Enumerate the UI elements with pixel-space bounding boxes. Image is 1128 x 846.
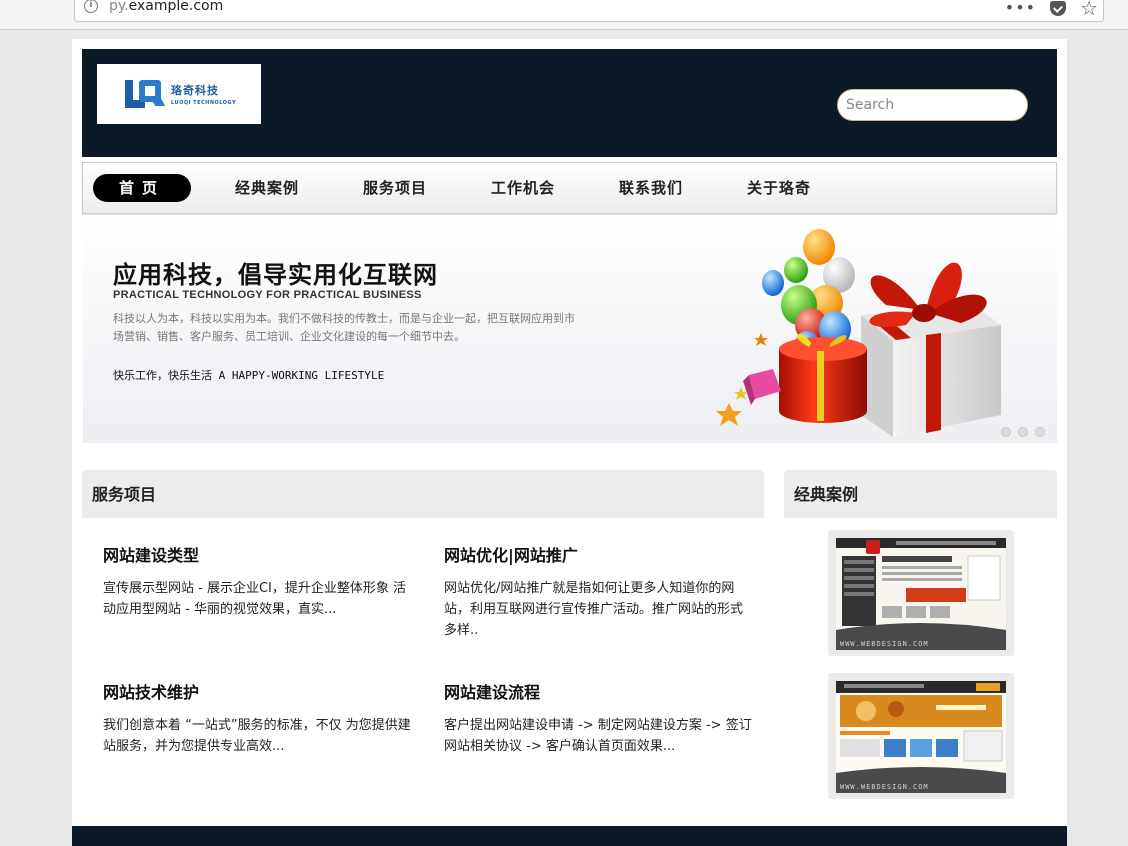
nav-item-about[interactable]: 关于珞奇 (730, 174, 828, 202)
page: 珞奇科技 LUOQI TECHNOLOGY 首页 经典案例 服务项目 工作机会 … (72, 39, 1067, 846)
nav-item-cases[interactable]: 经典案例 (218, 174, 316, 202)
carousel-dot-2[interactable] (1018, 427, 1028, 437)
nav-item-contact[interactable]: 联系我们 (602, 174, 700, 202)
bookmark-star-icon[interactable]: ☆ (1080, 0, 1098, 18)
pocket-icon[interactable] (1050, 0, 1067, 16)
case-caption: WWW.WEBDESIGN.COM (840, 640, 929, 648)
service-title[interactable]: 网站建设流程 (444, 679, 754, 703)
service-text: 客户提出网站建设申请 -> 制定网站建设方案 -> 签订网站相关协议 -> 客户… (444, 718, 752, 754)
service-text: 网站优化/网站推广就是指如何让更多人知道你的网站，利用互联网进行宣传推广活动。推… (444, 581, 744, 638)
info-icon[interactable]: i (84, 0, 98, 13)
case-caption: WWW.WEBDESIGN.COM (840, 783, 929, 791)
url-text[interactable]: py.example.com (109, 0, 223, 14)
main-nav: 首页 经典案例 服务项目 工作机会 联系我们 关于珞奇 (82, 162, 1057, 214)
nav-item-jobs[interactable]: 工作机会 (474, 174, 572, 202)
service-title[interactable]: 网站建设类型 (103, 542, 413, 566)
nav-item-services[interactable]: 服务项目 (346, 174, 444, 202)
banner-description: 科技以人为本，科技以实用为本。我们不做科技的传教士，而是与企业一起，把互联网应用… (113, 312, 575, 343)
service-item[interactable]: 网站建设类型 宣传展示型网站 - 展示企业CI，提升企业整体形象 活动应用型网站… (103, 542, 413, 620)
search-input[interactable] (837, 89, 1028, 121)
site-logo[interactable]: 珞奇科技 LUOQI TECHNOLOGY (97, 64, 261, 124)
banner-slogan: 快乐工作，快乐生活 A HAPPY-WORKING LIFESTYLE (113, 369, 385, 382)
carousel-dot-1[interactable] (1001, 427, 1011, 437)
service-text: 宣传展示型网站 - 展示企业CI，提升企业整体形象 活动应用型网站 - 华丽的视… (103, 581, 406, 617)
carousel-pagination (1001, 427, 1045, 437)
logo-name-en: LUOQI TECHNOLOGY (171, 100, 237, 106)
site-header: 珞奇科技 LUOQI TECHNOLOGY (82, 49, 1057, 157)
site-footer (72, 826, 1067, 846)
banner-subtitle: PRACTICAL TECHNOLOGY FOR PRACTICAL BUSIN… (113, 289, 422, 301)
browser-toolbar: i py.example.com ••• ☆ (0, 0, 1128, 30)
cases-heading: 经典案例 (784, 470, 1057, 518)
service-text: 我们创意本着 “一站式”服务的标准，不仅 为您提供建站服务，并为您提供专业高效.… (103, 718, 411, 754)
nav-item-home[interactable]: 首页 (93, 174, 191, 202)
case-screenshot-1: WWW.WEBDESIGN.COM (836, 538, 1006, 650)
logo-name-cn: 珞奇科技 (171, 84, 219, 97)
case-thumbnail-1[interactable]: WWW.WEBDESIGN.COM (828, 530, 1014, 656)
service-item[interactable]: 网站建设流程 客户提出网站建设申请 -> 制定网站建设方案 -> 签订网站相关协… (444, 679, 754, 757)
hero-banner: 应用科技，倡导实用化互联网 PRACTICAL TECHNOLOGY FOR P… (83, 215, 1057, 443)
service-item[interactable]: 网站优化|网站推广 网站优化/网站推广就是指如何让更多人知道你的网站，利用互联网… (444, 542, 754, 641)
case-thumbnail-2[interactable]: WWW.WEBDESIGN.COM (828, 673, 1014, 799)
logo-mark-icon (125, 78, 166, 110)
page-actions-icon[interactable]: ••• (1005, 0, 1036, 16)
address-bar[interactable]: i py.example.com (74, 0, 1104, 22)
service-title[interactable]: 网站优化|网站推广 (444, 542, 754, 566)
gift-balloons-illustration (716, 229, 1001, 437)
service-title[interactable]: 网站技术维护 (103, 679, 413, 703)
banner-title: 应用科技，倡导实用化互联网 (113, 261, 438, 289)
case-screenshot-2: WWW.WEBDESIGN.COM (836, 681, 1006, 793)
carousel-dot-3[interactable] (1035, 427, 1045, 437)
services-heading: 服务项目 (82, 470, 764, 518)
service-item[interactable]: 网站技术维护 我们创意本着 “一站式”服务的标准，不仅 为您提供建站服务，并为您… (103, 679, 413, 757)
